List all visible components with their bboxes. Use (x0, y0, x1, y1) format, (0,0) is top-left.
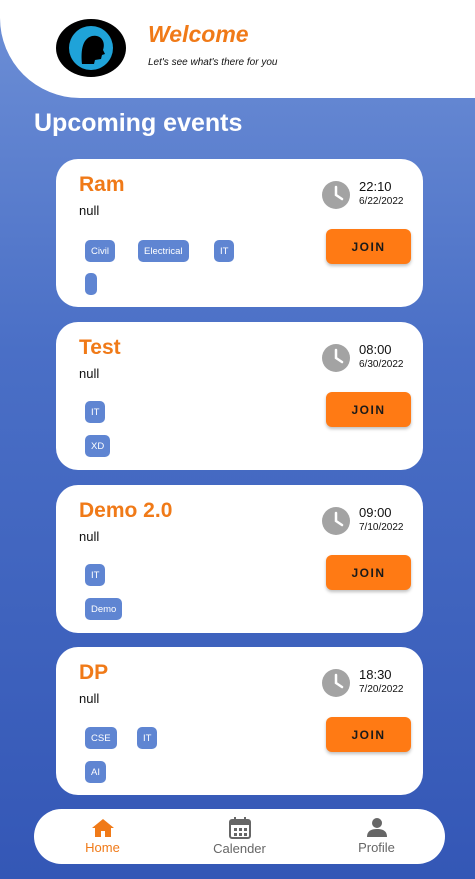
tag-chip: IT (85, 401, 106, 423)
event-card[interactable]: DP null 18:30 7/20/2022 JOIN CSE IT AI (56, 647, 423, 795)
nav-profile[interactable]: Profile (322, 818, 432, 855)
event-card[interactable]: Test null 08:00 6/30/2022 JOIN IT XD (56, 322, 423, 470)
nav-profile-label: Profile (358, 840, 395, 855)
event-description: null (79, 529, 100, 544)
event-time: 22:10 (359, 179, 392, 194)
tag-chip: IT (137, 727, 158, 749)
tag-chip: IT (214, 240, 235, 262)
event-title: Demo 2.0 (79, 499, 173, 522)
event-title: Ram (79, 173, 125, 196)
tag-chip: AI (85, 761, 106, 783)
clock-icon (322, 181, 350, 209)
header: Welcome Let's see what's there for you (0, 0, 475, 98)
event-date: 6/22/2022 (359, 196, 404, 207)
home-icon (91, 819, 114, 837)
join-button[interactable]: JOIN (326, 717, 411, 752)
tag-chip: CSE (85, 727, 117, 749)
event-description: null (79, 691, 100, 706)
nav-calendar-label: Calender (213, 841, 266, 856)
tag-chip (85, 273, 97, 295)
event-description: null (79, 366, 100, 381)
event-date: 6/30/2022 (359, 359, 404, 370)
event-title: DP (79, 661, 109, 684)
welcome-title: Welcome (148, 21, 249, 47)
event-card[interactable]: Demo 2.0 null 09:00 7/10/2022 JOIN IT De… (56, 485, 423, 633)
event-date: 7/20/2022 (359, 684, 404, 695)
person-icon (366, 818, 387, 837)
clock-icon (322, 344, 350, 372)
event-description: null (79, 203, 100, 218)
tag-chip: IT (85, 564, 106, 586)
clock-icon (322, 507, 350, 535)
calendar-icon (228, 817, 251, 839)
user-head-icon (69, 26, 113, 70)
clock-icon (322, 669, 350, 697)
tag-chip: XD (85, 435, 111, 457)
bottom-nav: Home Calender Profile (34, 809, 445, 864)
tag-chip: Civil (85, 240, 115, 262)
section-title: Upcoming events (34, 109, 243, 137)
nav-home[interactable]: Home (48, 818, 158, 855)
tag-chip: Electrical (138, 240, 189, 262)
tag-chip: Demo (85, 598, 123, 620)
join-button[interactable]: JOIN (326, 555, 411, 590)
event-card[interactable]: Ram null 22:10 6/22/2022 JOIN Civil Elec… (56, 159, 423, 307)
nav-home-label: Home (85, 840, 120, 855)
event-title: Test (79, 336, 121, 359)
join-button[interactable]: JOIN (326, 229, 411, 264)
welcome-subtitle: Let's see what's there for you (148, 57, 278, 68)
event-time: 09:00 (359, 505, 392, 520)
user-avatar[interactable] (56, 19, 126, 77)
event-time: 18:30 (359, 667, 392, 682)
event-date: 7/10/2022 (359, 522, 404, 533)
event-time: 08:00 (359, 342, 392, 357)
nav-calendar[interactable]: Calender (185, 817, 295, 856)
join-button[interactable]: JOIN (326, 392, 411, 427)
